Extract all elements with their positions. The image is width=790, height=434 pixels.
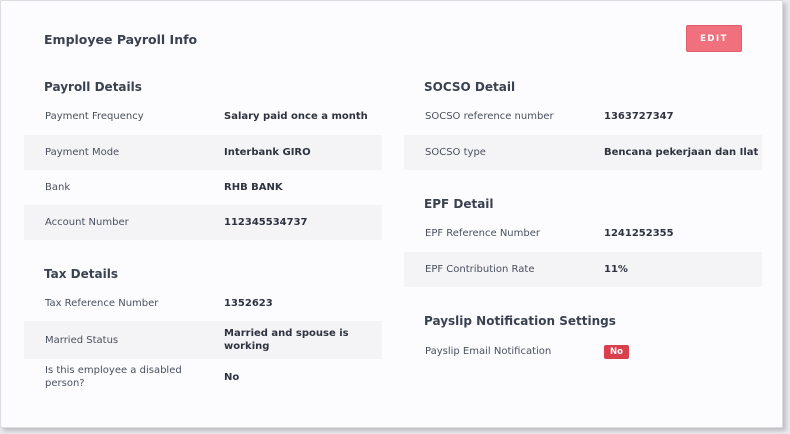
married-status-row: Married Status Married and spouse is wor… bbox=[24, 321, 382, 359]
socso-type-label: SOCSO type bbox=[425, 147, 486, 158]
payslip-settings-title: Payslip Notification Settings bbox=[424, 314, 616, 328]
account-number-label: Account Number bbox=[45, 217, 129, 228]
payment-mode-label: Payment Mode bbox=[45, 147, 120, 158]
epf-reference-label: EPF Reference Number bbox=[425, 228, 540, 239]
payslip-email-label: Payslip Email Notification bbox=[425, 346, 552, 357]
bank-row: Bank RHB BANK bbox=[24, 170, 382, 205]
payment-frequency-value: Salary paid once a month bbox=[224, 111, 368, 122]
tax-reference-label: Tax Reference Number bbox=[45, 298, 159, 309]
bank-label: Bank bbox=[45, 182, 71, 193]
bank-value: RHB BANK bbox=[224, 182, 283, 193]
account-number-row: Account Number 112345534737 bbox=[24, 205, 382, 240]
socso-type-row: SOCSO type Bencana pekerjaan dan Ilat bbox=[404, 135, 762, 170]
payment-mode-row: Payment Mode Interbank GIRO bbox=[24, 135, 382, 170]
payment-frequency-row: Payment Frequency Salary paid once a mon… bbox=[24, 99, 382, 134]
tax-reference-value: 1352623 bbox=[224, 298, 273, 309]
payslip-email-row: Payslip Email Notification No bbox=[404, 334, 762, 369]
epf-contribution-value: 11% bbox=[604, 264, 628, 275]
payment-frequency-label: Payment Frequency bbox=[45, 111, 144, 122]
account-number-value: 112345534737 bbox=[224, 217, 308, 228]
payment-mode-value: Interbank GIRO bbox=[224, 147, 311, 158]
payslip-email-status-badge: No bbox=[604, 344, 629, 359]
socso-reference-value: 1363727347 bbox=[604, 111, 674, 122]
page-title: Employee Payroll Info bbox=[44, 32, 198, 47]
edit-button[interactable]: EDIT bbox=[686, 25, 742, 52]
payroll-info-card: Employee Payroll Info EDIT Payroll Detai… bbox=[0, 0, 783, 428]
married-status-label: Married Status bbox=[45, 334, 119, 346]
epf-contribution-label: EPF Contribution Rate bbox=[425, 264, 535, 275]
socso-type-value: Bencana pekerjaan dan Ilat bbox=[604, 147, 759, 158]
epf-reference-value: 1241252355 bbox=[604, 228, 674, 239]
tax-reference-row: Tax Reference Number 1352623 bbox=[24, 286, 382, 321]
tax-details-title: Tax Details bbox=[44, 267, 118, 281]
married-status-value: Married and spouse is working bbox=[224, 328, 349, 352]
disabled-person-label: Is this employee a disabled person? bbox=[45, 365, 182, 389]
payroll-details-title: Payroll Details bbox=[44, 80, 142, 94]
epf-contribution-row: EPF Contribution Rate 11% bbox=[404, 252, 762, 287]
epf-detail-title: EPF Detail bbox=[424, 197, 494, 211]
socso-detail-title: SOCSO Detail bbox=[424, 80, 516, 94]
epf-reference-row: EPF Reference Number 1241252355 bbox=[404, 216, 762, 251]
socso-reference-row: SOCSO reference number 1363727347 bbox=[404, 99, 762, 134]
socso-reference-label: SOCSO reference number bbox=[425, 111, 554, 122]
disabled-person-row: Is this employee a disabled person? No bbox=[24, 358, 382, 396]
disabled-person-value: No bbox=[224, 371, 240, 383]
